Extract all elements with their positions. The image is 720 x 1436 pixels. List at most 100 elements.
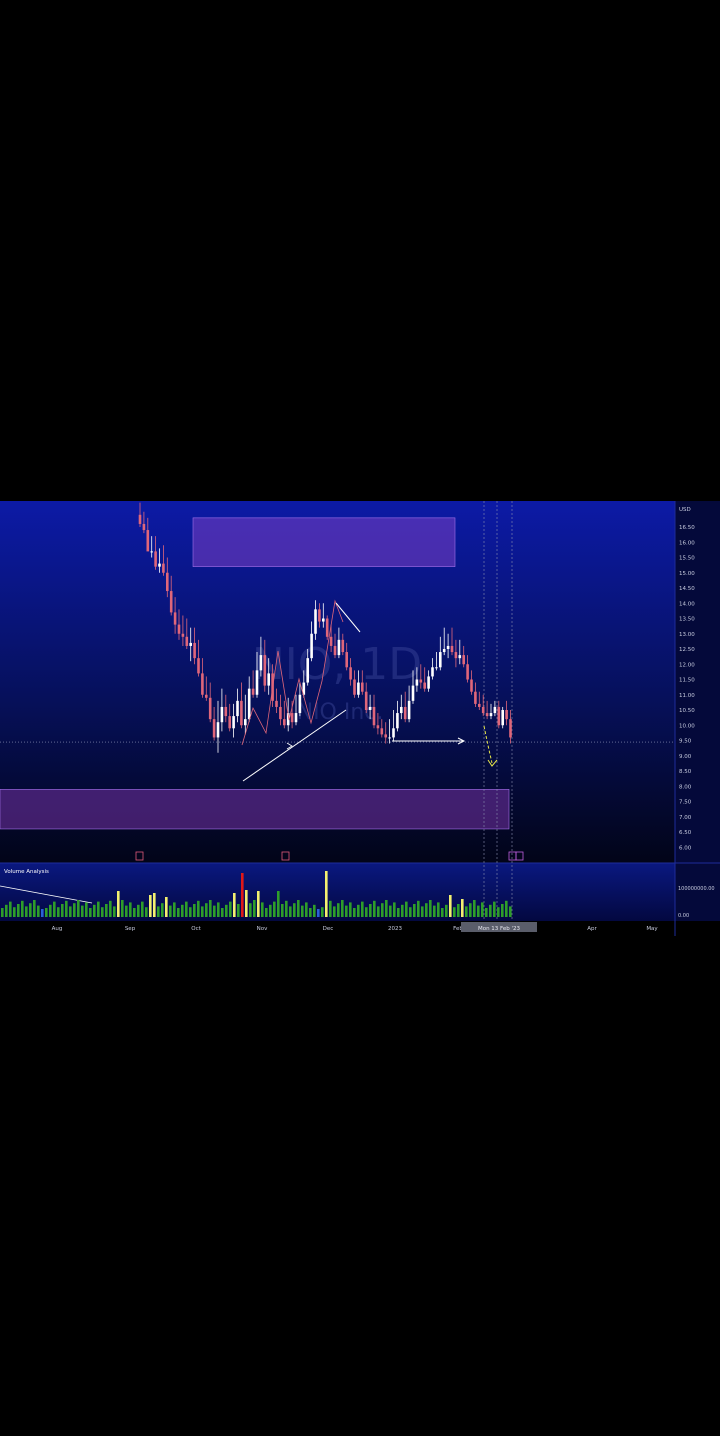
candle-body[interactable] — [501, 710, 504, 726]
candle-body[interactable] — [458, 655, 462, 659]
candle-body[interactable] — [208, 697, 212, 720]
candle-body[interactable] — [431, 667, 434, 677]
candle-body[interactable] — [400, 706, 403, 714]
candle-body[interactable] — [423, 682, 426, 689]
chart-canvas[interactable]: NIO, 1D NIO Inc. 16.5016.0015.5015.0014.… — [0, 501, 720, 936]
candle-body[interactable] — [396, 713, 399, 729]
candle-body[interactable] — [415, 679, 419, 686]
candle-body[interactable] — [357, 682, 360, 695]
candle-body[interactable] — [481, 706, 485, 714]
candle-body[interactable] — [240, 700, 243, 726]
candle-body[interactable] — [224, 706, 228, 717]
candle-body[interactable] — [442, 649, 446, 653]
candle-body[interactable] — [361, 682, 364, 692]
candle-body[interactable] — [279, 706, 282, 720]
candle-body[interactable] — [232, 716, 235, 729]
candle-body[interactable] — [493, 706, 497, 714]
candle-body[interactable] — [392, 728, 395, 738]
candle-body[interactable] — [138, 514, 142, 524]
candle-body[interactable] — [306, 658, 309, 683]
candle-body[interactable] — [353, 679, 356, 695]
candle-body[interactable] — [450, 645, 454, 653]
candle-body[interactable] — [388, 737, 391, 739]
candle-body[interactable] — [322, 618, 325, 622]
candle-body[interactable] — [509, 719, 512, 738]
candle-body[interactable] — [169, 591, 173, 613]
candle-body[interactable] — [142, 523, 146, 531]
candle-body[interactable] — [403, 706, 407, 720]
candle-body[interactable] — [298, 694, 302, 714]
candle-body[interactable] — [267, 673, 270, 686]
chart-root[interactable]: NIO, 1D NIO Inc. 16.50 16.00 15.50 15.00 14.… — [0, 501, 720, 936]
candle-body[interactable] — [349, 667, 352, 680]
candle-body[interactable] — [376, 725, 380, 729]
candle-body[interactable] — [462, 655, 465, 665]
candle-body[interactable] — [345, 652, 348, 668]
candle-body[interactable] — [173, 612, 177, 625]
candle-body[interactable] — [380, 728, 384, 735]
candle-body[interactable] — [427, 676, 430, 689]
candle-body[interactable] — [228, 716, 231, 729]
candle-body[interactable] — [489, 713, 493, 717]
candle-body[interactable] — [474, 691, 477, 704]
supply-zone[interactable] — [192, 517, 456, 567]
candle-body[interactable] — [185, 636, 189, 646]
candle-body[interactable] — [251, 688, 255, 695]
candle-body[interactable] — [158, 563, 161, 567]
candle-body[interactable] — [247, 688, 251, 720]
candle-body[interactable] — [290, 713, 294, 723]
candle-body[interactable] — [407, 700, 411, 720]
candle-body[interactable] — [333, 645, 337, 656]
candle-body[interactable] — [419, 679, 423, 683]
candle-body[interactable] — [310, 633, 313, 659]
candle-body[interactable] — [181, 633, 185, 637]
candle-body[interactable] — [314, 609, 317, 634]
candle-body[interactable] — [150, 551, 153, 553]
candle-body[interactable] — [146, 530, 150, 552]
candle-body[interactable] — [485, 713, 489, 717]
volume-bar — [93, 904, 96, 917]
candle-body[interactable] — [220, 706, 224, 723]
candle-body[interactable] — [329, 636, 333, 646]
candle-body[interactable] — [244, 719, 247, 726]
candle-body[interactable] — [505, 710, 508, 720]
candle-body[interactable] — [177, 624, 181, 634]
candle-body[interactable] — [275, 700, 278, 707]
candle-body[interactable] — [201, 673, 204, 695]
candle-body[interactable] — [263, 655, 267, 686]
candle-body[interactable] — [212, 719, 216, 738]
candle-body[interactable] — [497, 706, 501, 726]
demand-zone[interactable] — [0, 788, 510, 830]
candle-body[interactable] — [216, 722, 220, 738]
candle-body[interactable] — [470, 679, 473, 692]
candle-body[interactable] — [411, 685, 415, 701]
candle-body[interactable] — [294, 713, 298, 723]
candle-body[interactable] — [205, 694, 208, 698]
volume-bar — [425, 903, 428, 917]
candle-body[interactable] — [154, 551, 157, 567]
candle-body[interactable] — [283, 719, 286, 726]
candle-body[interactable] — [454, 652, 458, 659]
candle-body[interactable] — [325, 618, 329, 637]
candle-body[interactable] — [259, 655, 263, 671]
candle-body[interactable] — [466, 664, 469, 680]
candle-body[interactable] — [435, 667, 438, 669]
candle-body[interactable] — [189, 642, 192, 646]
candle-body[interactable] — [162, 563, 165, 573]
candle-body[interactable] — [364, 691, 368, 710]
candle-body[interactable] — [337, 639, 341, 656]
candle-body[interactable] — [318, 609, 321, 622]
candle-body[interactable] — [236, 700, 239, 717]
candle-body[interactable] — [197, 658, 200, 674]
candle-body[interactable] — [372, 706, 376, 726]
candle-body[interactable] — [478, 703, 481, 707]
candle-body[interactable] — [166, 572, 169, 592]
candle-body[interactable] — [439, 652, 442, 668]
candle-body[interactable] — [341, 639, 345, 653]
candle-body[interactable] — [193, 642, 196, 659]
candle-body[interactable] — [255, 670, 259, 695]
candle-body[interactable] — [368, 706, 372, 710]
volume-bar — [41, 909, 44, 917]
candle-body[interactable] — [446, 645, 450, 649]
candle-body[interactable] — [384, 734, 387, 738]
